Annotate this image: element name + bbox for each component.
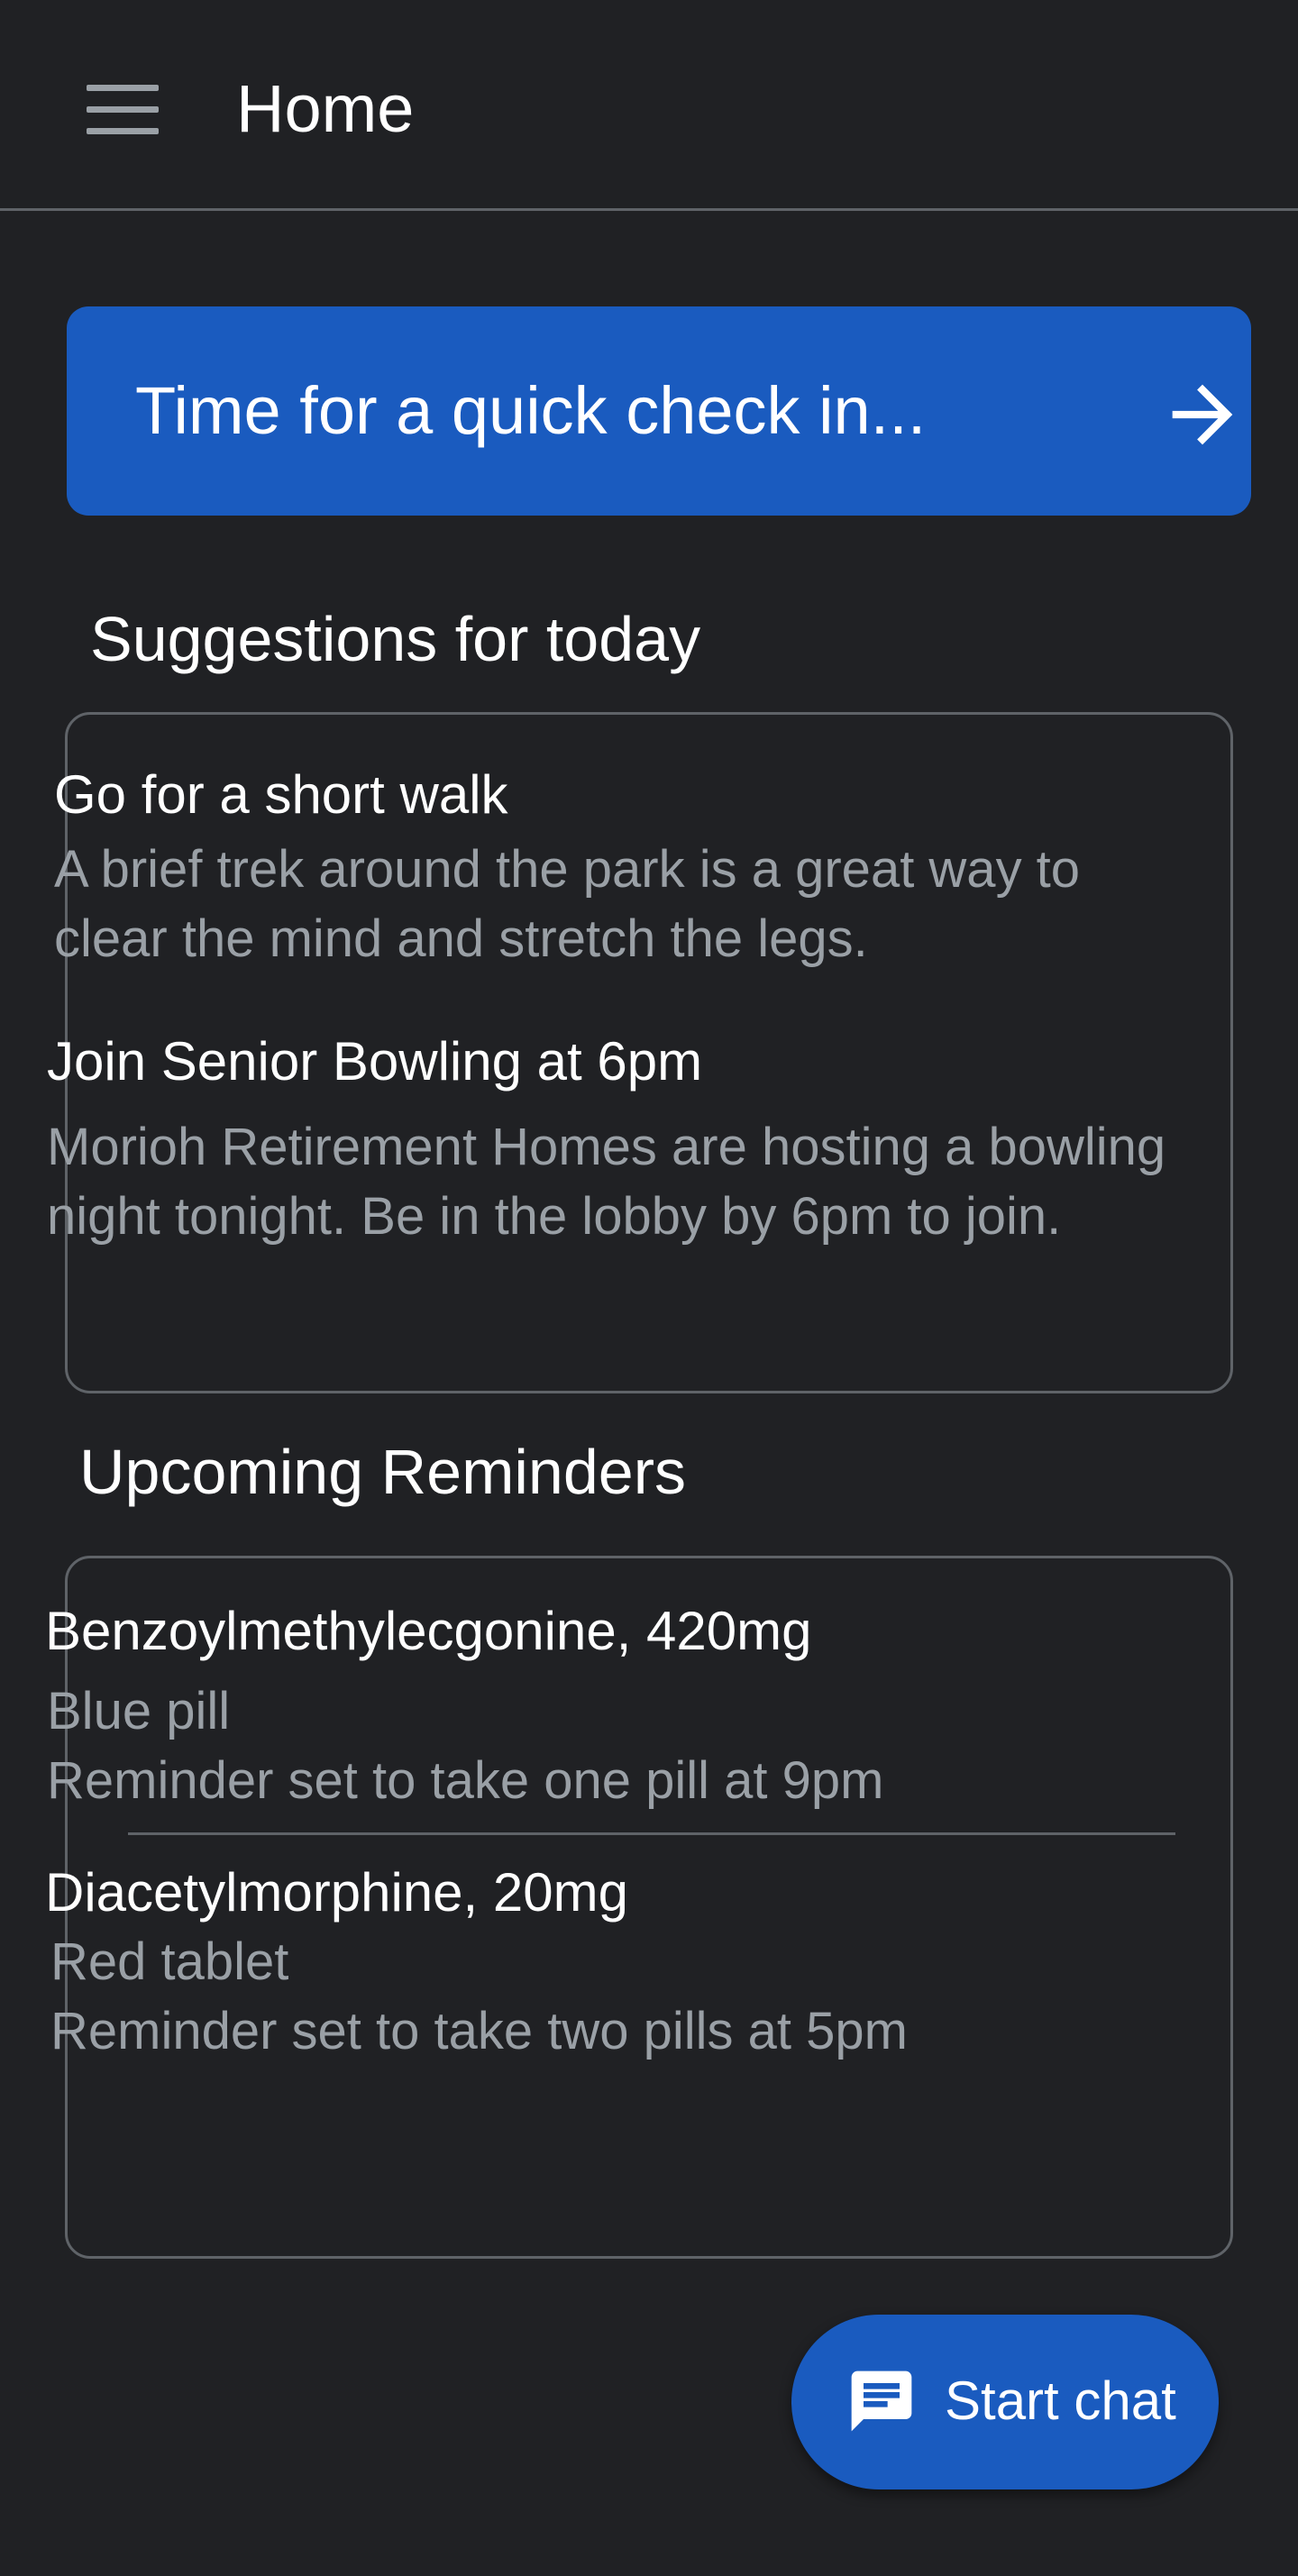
reminders-heading: Upcoming Reminders [79,1437,687,1507]
arrow-forward-icon [1172,384,1233,445]
reminder-schedule: Reminder set to take two pills at 5pm [50,2002,908,2060]
check-in-button[interactable]: Time for a quick check in... [67,306,1251,516]
suggestion-description: A brief trek around the park is a great … [54,840,1081,968]
suggestions-heading: Suggestions for today [90,604,701,674]
reminder-medication-name: Benzoylmethylecgonine, 420mg [45,1601,812,1661]
reminder-schedule: Reminder set to take one pill at 9pm [47,1751,884,1810]
page-title: Home [236,71,415,146]
suggestion-title: Go for a short walk [54,764,508,825]
suggestion-title: Join Senior Bowling at 6pm [47,1031,703,1092]
check-in-label: Time for a quick check in... [135,373,927,448]
suggestion-description: Morioh Retirement Homes are hosting a bo… [47,1118,1166,1246]
app-bar: Home [0,0,1298,211]
reminder-medication-name: Diacetylmorphine, 20mg [45,1862,628,1923]
start-chat-button[interactable]: Start chat [791,2315,1219,2489]
chat-icon [851,2370,912,2432]
hamburger-menu-icon[interactable] [87,85,159,135]
reminder-pill-description: Red tablet [50,1932,289,1991]
reminder-pill-description: Blue pill [47,1682,231,1740]
start-chat-label: Start chat [945,2370,1176,2431]
reminder-divider [128,1832,1175,1835]
